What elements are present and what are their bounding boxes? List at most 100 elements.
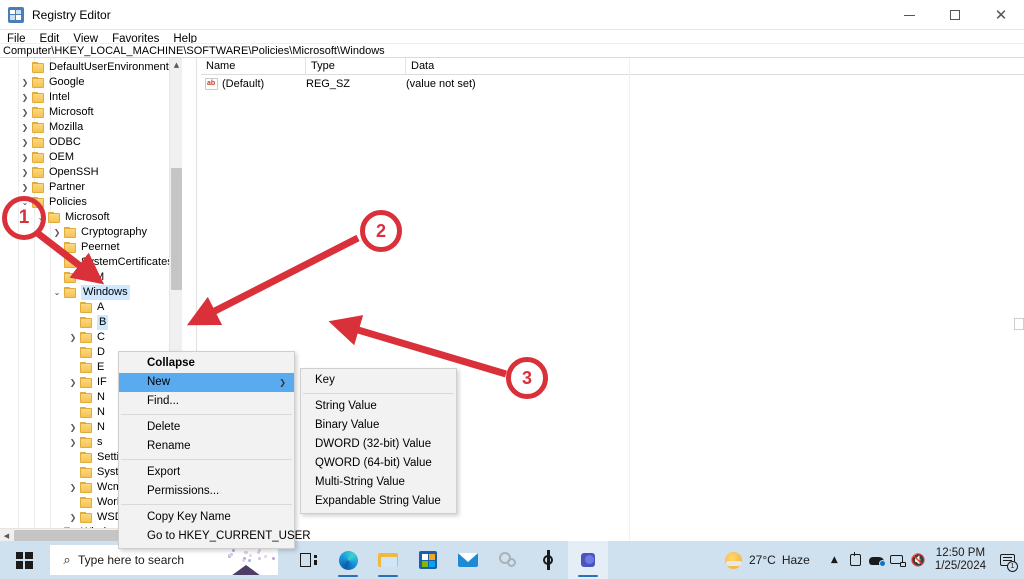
context-menu-new[interactable]: New ❯ [119, 373, 294, 392]
network-button[interactable] [887, 541, 908, 579]
tree-node-n[interactable]: N [66, 390, 105, 405]
tree-node-a[interactable]: A [66, 300, 104, 315]
address-bar[interactable]: Computer\HKEY_LOCAL_MACHINE\SOFTWARE\Pol… [0, 43, 1024, 58]
chevron-right-icon[interactable]: ❯ [66, 510, 80, 525]
chevron-right-icon[interactable]: ❯ [66, 330, 80, 345]
table-row[interactable]: ab (Default) REG_SZ (value not set) [201, 75, 1024, 92]
tree-node-windows[interactable]: ⌄ Windows [50, 285, 130, 300]
tree-node-tpm[interactable]: TPM [50, 270, 104, 285]
tree-node-label: A [97, 300, 104, 315]
submenu-string-value[interactable]: String Value [301, 397, 456, 416]
mail-button[interactable] [448, 541, 488, 579]
legacy-settings-button[interactable] [488, 541, 528, 579]
tree-node-n[interactable]: N [66, 405, 105, 420]
tree-node-systemcertificates[interactable]: SystemCertificates [50, 255, 173, 270]
tree-node-n[interactable]: ❯ N [66, 420, 105, 435]
chevron-down-icon[interactable]: ⌄ [18, 195, 32, 210]
chevron-down-icon[interactable]: ⌄ [34, 210, 48, 225]
tree-node-peernet[interactable]: Peernet [50, 240, 120, 255]
start-button[interactable] [0, 541, 48, 579]
chevron-right-icon[interactable]: ❯ [18, 105, 32, 120]
new-submenu[interactable]: Key String Value Binary Value DWORD (32-bit… [300, 368, 457, 514]
close-button[interactable]: ✕ [978, 0, 1024, 30]
chevron-right-icon[interactable]: ❯ [66, 480, 80, 495]
tree-node-mozilla[interactable]: ❯ Mozilla [18, 120, 83, 135]
tree-context-menu[interactable]: Collapse New ❯ Find... Delete Rename Export Per… [118, 351, 295, 549]
teams-button[interactable] [568, 541, 608, 579]
context-menu-rename[interactable]: Rename [119, 437, 294, 456]
show-hidden-icons-button[interactable]: ▲ [824, 541, 845, 579]
microsoft-edge-button[interactable] [328, 541, 368, 579]
minimize-button[interactable] [886, 0, 932, 30]
tree-node-partner[interactable]: ❯ Partner [18, 180, 85, 195]
context-menu-find[interactable]: Find... [119, 392, 294, 411]
chevron-right-icon[interactable]: ❯ [66, 435, 80, 450]
volume-button[interactable]: 🔇 [908, 541, 929, 579]
onedrive-button[interactable] [866, 541, 887, 579]
context-menu-export[interactable]: Export [119, 463, 294, 482]
tree-node-if[interactable]: ❯ IF [66, 375, 107, 390]
context-menu-delete[interactable]: Delete [119, 418, 294, 437]
tree-vscroll-thumb[interactable] [171, 168, 182, 290]
tree-node-microsoft[interactable]: ⌄ Microsoft [34, 210, 110, 225]
tree-node-s[interactable]: ❯ s [66, 435, 103, 450]
tree-node-defaultuserenvironment[interactable]: DefaultUserEnvironment [18, 60, 169, 75]
list-resize-corner[interactable] [1014, 318, 1024, 330]
chevron-right-icon[interactable]: ❯ [18, 120, 32, 135]
cell-name: ab (Default) [201, 78, 306, 90]
weather-widget[interactable]: 27°C Haze [725, 552, 810, 569]
notification-center-button[interactable]: 1 [994, 541, 1020, 579]
submenu-binary-value[interactable]: Binary Value [301, 416, 456, 435]
submenu-qword-64-bit-value[interactable]: QWORD (64-bit) Value [301, 454, 456, 473]
tree-node-odbc[interactable]: ❯ ODBC [18, 135, 81, 150]
scroll-left-icon[interactable]: ◀ [0, 529, 13, 541]
microsoft-store-button[interactable] [408, 541, 448, 579]
chevron-right-icon[interactable]: ❯ [50, 225, 64, 240]
context-menu-separator [121, 414, 292, 415]
file-explorer-button[interactable] [368, 541, 408, 579]
chevron-right-icon[interactable]: ❯ [18, 75, 32, 90]
context-menu-copy-key-name[interactable]: Copy Key Name [119, 508, 294, 527]
tree-node-google[interactable]: ❯ Google [18, 75, 84, 90]
tree-node-oem[interactable]: ❯ OEM [18, 150, 74, 165]
context-menu-item-label: Export [147, 466, 180, 478]
submenu-multi-string-value[interactable]: Multi-String Value [301, 473, 456, 492]
tree-node-cryptography[interactable]: ❯ Cryptography [50, 225, 147, 240]
chevron-right-icon[interactable]: ❯ [66, 375, 80, 390]
column-header-type[interactable]: Type [306, 58, 406, 75]
chevron-right-icon[interactable]: ❯ [18, 180, 32, 195]
tree-node-label: Google [49, 75, 84, 90]
context-menu-go-to-hkey-current-user[interactable]: Go to HKEY_CURRENT_USER [119, 527, 294, 546]
column-header-data[interactable]: Data [406, 58, 630, 75]
submenu-key[interactable]: Key [301, 371, 456, 390]
tree-node-e[interactable]: E [66, 360, 104, 375]
chevron-right-icon[interactable]: ❯ [66, 420, 80, 435]
chevron-down-icon[interactable]: ⌄ [50, 285, 64, 300]
maximize-button[interactable] [932, 0, 978, 30]
taskbar-clock[interactable]: 12:50 PM 1/25/2024 [935, 547, 986, 573]
column-header-name[interactable]: Name [201, 58, 306, 75]
tree-node-c[interactable]: ❯ C [66, 330, 105, 345]
chevron-right-icon[interactable]: ❯ [18, 135, 32, 150]
chevron-right-icon[interactable]: ❯ [18, 90, 32, 105]
folder-icon [80, 377, 93, 388]
submenu-expandable-string-value[interactable]: Expandable String Value [301, 492, 456, 511]
tree-node-b[interactable]: B [66, 315, 108, 330]
settings-button[interactable] [528, 541, 568, 579]
tree-node-label: N [97, 390, 105, 405]
pane-right-divider [629, 58, 630, 541]
pen-menu-button[interactable] [845, 541, 866, 579]
tree-node-openssh[interactable]: ❯ OpenSSH [18, 165, 99, 180]
tree-node-d[interactable]: D [66, 345, 105, 360]
context-menu-permissions[interactable]: Permissions... [119, 482, 294, 501]
taskbar-search-box[interactable]: ⌕ Type here to search [50, 545, 278, 575]
chevron-right-icon[interactable]: ❯ [18, 165, 32, 180]
submenu-dword-32-bit-value[interactable]: DWORD (32-bit) Value [301, 435, 456, 454]
tree-hscroll-thumb[interactable] [14, 530, 130, 541]
scroll-up-icon[interactable]: ▲ [170, 58, 183, 71]
tree-node-intel[interactable]: ❯ Intel [18, 90, 70, 105]
tree-node-microsoft[interactable]: ❯ Microsoft [18, 105, 94, 120]
tree-node-policies[interactable]: ⌄ Policies [18, 195, 87, 210]
context-menu-collapse[interactable]: Collapse [119, 354, 294, 373]
chevron-right-icon[interactable]: ❯ [18, 150, 32, 165]
